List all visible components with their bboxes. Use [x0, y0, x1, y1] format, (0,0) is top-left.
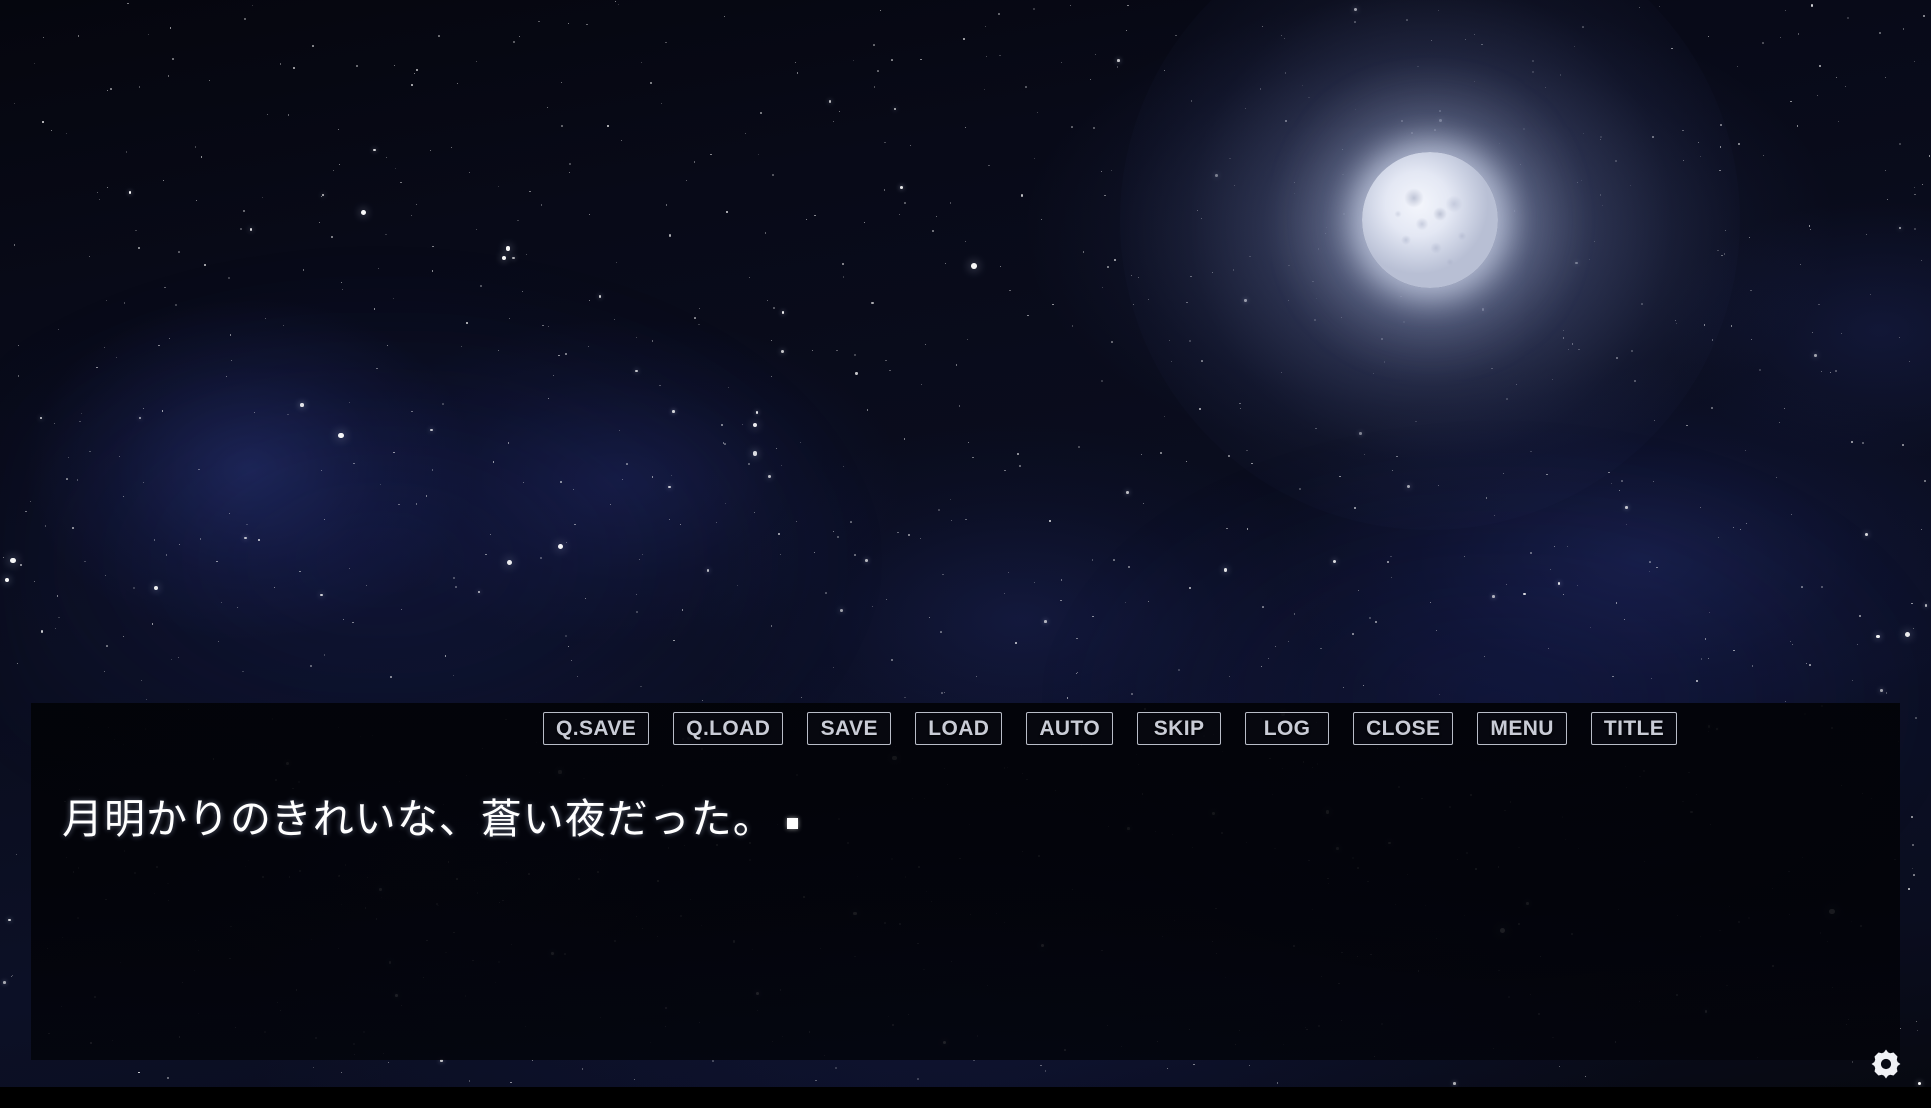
command-button-skip[interactable]: SKIP: [1137, 712, 1222, 745]
command-button-menu[interactable]: MENU: [1477, 712, 1567, 745]
command-button-save[interactable]: SAVE: [807, 712, 892, 745]
dialogue-box[interactable]: 月明かりのきれいな、蒼い夜だった。: [31, 703, 1900, 1060]
dialogue-text: 月明かりのきれいな、蒼い夜だった。: [62, 791, 1822, 847]
click-to-continue-icon: [786, 818, 798, 829]
command-button-close[interactable]: CLOSE: [1353, 712, 1454, 745]
command-button-label: MENU: [1490, 716, 1554, 740]
game-screen: 月明かりのきれいな、蒼い夜だった。 Q.SAVE Q.LOAD SAVE LOAD AU…: [0, 0, 1931, 1108]
moon-icon: [1362, 152, 1498, 288]
command-button-title[interactable]: TITLE: [1590, 712, 1678, 745]
command-button-label: AUTO: [1039, 716, 1101, 740]
command-button-quick-save[interactable]: Q.SAVE: [543, 712, 650, 745]
letterbox-bottom: [0, 1087, 1931, 1108]
command-button-quick-load[interactable]: Q.LOAD: [673, 712, 784, 745]
command-button-label: TITLE: [1603, 716, 1665, 740]
command-button-label: CLOSE: [1366, 716, 1441, 740]
config-gear-button[interactable]: [1866, 1044, 1906, 1084]
command-button-label: SAVE: [820, 716, 878, 740]
command-button-label: Q.LOAD: [686, 716, 771, 740]
command-button-label: Q.SAVE: [556, 716, 637, 740]
command-button-load[interactable]: LOAD: [915, 712, 1003, 745]
command-button-bar: Q.SAVE Q.LOAD SAVE LOAD AUTO SKIP LOG CLOSE MENU…: [543, 712, 1678, 745]
command-button-label: LOG: [1263, 716, 1311, 740]
command-button-label: LOAD: [928, 716, 990, 740]
command-button-auto[interactable]: AUTO: [1026, 712, 1114, 745]
command-button-label: SKIP: [1153, 716, 1205, 740]
command-button-log[interactable]: LOG: [1245, 712, 1330, 745]
dialogue-text-content: 月明かりのきれいな、蒼い夜だった。: [62, 796, 775, 842]
gear-icon: [1869, 1047, 1903, 1081]
